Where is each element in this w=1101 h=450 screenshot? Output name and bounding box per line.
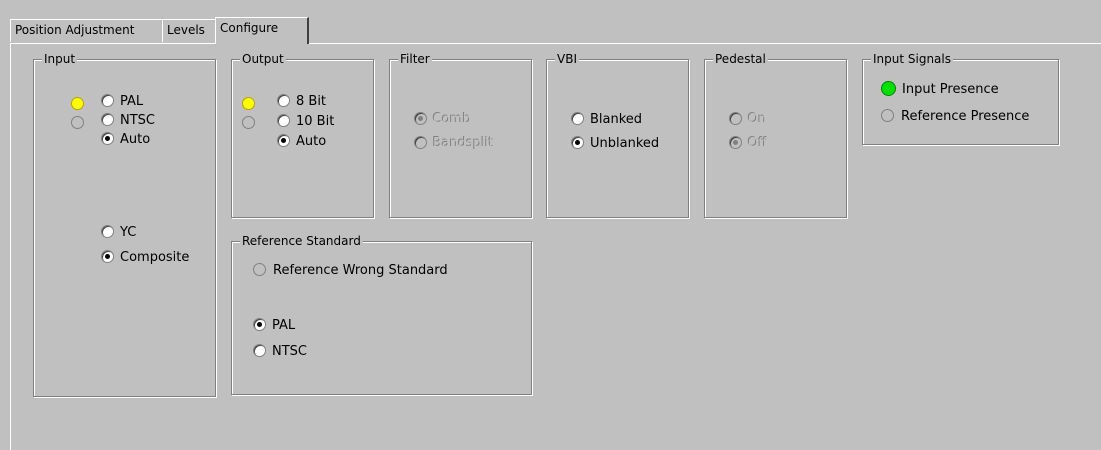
configure-panel: Input PAL NTSC Auto YC Composite Output … [10,43,1101,450]
reference-wrong-standard-indicator: Reference Wrong Standard [253,262,448,280]
tab-configure[interactable]: Configure [215,17,309,44]
reference-presence-indicator: Reference Presence [881,108,1029,126]
input-auto-radio[interactable]: Auto [101,131,150,149]
grey-led-icon [253,263,266,276]
vbi-blanked-radio[interactable]: Blanked [571,111,642,129]
pedestal-group-title: Pedestal [713,52,768,66]
pedestal-off-radio[interactable]: Off [729,135,767,153]
output-group-title: Output [240,52,286,66]
radio-checked-icon [729,136,742,149]
radio-checked-icon [571,136,584,149]
input-composite-radio[interactable]: Composite [101,249,189,267]
radio-checked-icon [101,250,114,263]
input-yc-radio[interactable]: YC [101,224,136,242]
output-led-2-icon [242,116,255,129]
vbi-unblanked-radio[interactable]: Unblanked [571,135,659,153]
output-led-1-icon [242,97,255,110]
radio-icon [101,94,114,107]
reference-ntsc-radio[interactable]: NTSC [253,343,307,361]
reference-standard-group-title: Reference Standard [240,234,363,248]
filter-bandsplit-radio[interactable]: Bandsplit [414,135,494,153]
input-pal-radio[interactable]: PAL [101,93,143,111]
pedestal-group: Pedestal On Off [704,52,847,218]
radio-checked-icon [253,318,266,331]
output-group: Output 8 Bit 10 Bit Auto [231,52,374,218]
tab-position-adjustment[interactable]: Position Adjustment [10,19,165,42]
filter-group-title: Filter [398,52,432,66]
radio-icon [571,112,584,125]
reference-pal-radio[interactable]: PAL [253,317,295,335]
radio-icon [101,225,114,238]
grey-led-icon [881,109,894,122]
radio-icon [277,94,290,107]
radio-checked-icon [101,132,114,145]
output-8bit-radio[interactable]: 8 Bit [277,93,326,111]
input-presence-indicator: Input Presence [881,81,999,99]
vbi-group-title: VBI [555,52,579,66]
radio-icon [729,112,742,125]
filter-comb-radio[interactable]: Comb [414,111,471,129]
input-ntsc-radio[interactable]: NTSC [101,112,155,130]
input-led-1-icon [71,97,84,110]
input-group: Input PAL NTSC Auto YC Composite [33,52,216,397]
green-led-icon [881,81,896,96]
output-10bit-radio[interactable]: 10 Bit [277,113,334,131]
output-auto-radio[interactable]: Auto [277,133,326,151]
input-led-2-icon [71,116,84,129]
input-signals-group: Input Signals Input Presence Reference P… [862,52,1059,145]
tab-levels[interactable]: Levels [162,19,218,42]
radio-icon [277,114,290,127]
radio-icon [101,113,114,126]
radio-checked-icon [277,134,290,147]
radio-icon [414,136,427,149]
pedestal-on-radio[interactable]: On [729,111,766,129]
vbi-group: VBI Blanked Unblanked [546,52,689,218]
filter-group: Filter Comb Bandsplit [389,52,532,218]
input-signals-group-title: Input Signals [871,52,953,66]
radio-icon [253,344,266,357]
reference-standard-group: Reference Standard Reference Wrong Stand… [231,234,532,395]
input-group-title: Input [42,52,78,66]
radio-checked-icon [414,112,427,125]
